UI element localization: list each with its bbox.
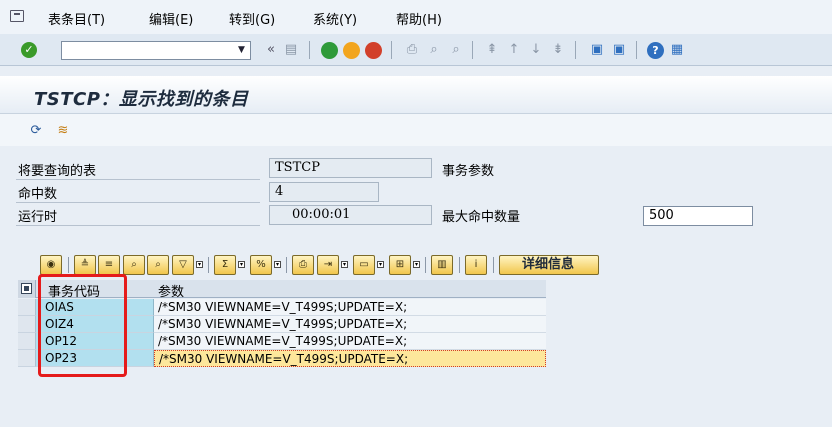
ok-icon[interactable]: ✓ (21, 42, 37, 58)
alv-separator (68, 257, 69, 273)
view-icon[interactable]: ▭ (353, 255, 375, 275)
toolbar-separator (575, 41, 577, 59)
page-title: TSTCP：显示找到的条目 (34, 89, 249, 110)
title-bar: TSTCP：显示找到的条目 (0, 76, 832, 114)
find-icon[interactable]: ⌕ (425, 41, 443, 59)
sum-icon[interactable]: Σ (214, 255, 236, 275)
toolbar-separator (636, 41, 638, 59)
standard-toolbar: ✓ ▼ « ▤ ⎙ ⌕ ⌕ ⇞ ↑ ↓ ⇟ ▣ ▣ ? ▦ (0, 34, 832, 66)
table-description: 事务参数 (442, 164, 495, 179)
export-icon[interactable]: ⇥ (317, 255, 339, 275)
detail-info-label: 详细信息 (522, 257, 575, 272)
chevron-down-icon[interactable]: ▾ (196, 261, 203, 268)
toolbar-separator (472, 41, 474, 59)
menu-system[interactable]: 系统(Y) (313, 9, 357, 28)
refresh-icon[interactable]: ⟳ (27, 123, 45, 139)
print-icon[interactable]: ⎙ (403, 41, 421, 59)
subtotal-icon[interactable]: % (250, 255, 272, 275)
divider (16, 202, 260, 203)
menu-goto[interactable]: 转到(G) (229, 9, 275, 28)
details-icon[interactable]: ◉ (40, 255, 62, 275)
alv-separator (286, 257, 287, 273)
max-hits-input[interactable]: 500 (643, 206, 753, 226)
layout-icon[interactable]: ⊞ (389, 255, 411, 275)
selection-info: 将要查询的表 TSTCP 事务参数 命中数 4 运行时 00:00:01 最大命… (0, 154, 832, 234)
row-selector[interactable] (18, 333, 36, 350)
prev-page-icon[interactable]: ↑ (505, 41, 523, 59)
column-header-parameter[interactable]: 参数 (158, 281, 184, 300)
toolbar-separator (309, 41, 311, 59)
chevron-down-icon[interactable]: ▾ (341, 261, 348, 268)
print-preview-icon[interactable]: ⎙ (292, 255, 314, 275)
parameter-cell[interactable]: /*SM30 VIEWNAME=V_T499S;UPDATE=X; (154, 316, 546, 333)
help-icon[interactable]: ? (647, 42, 664, 59)
hits-field: 4 (269, 182, 379, 202)
application-toolbar: ⟳ ≋ (0, 114, 832, 146)
history-back-icon[interactable]: « (262, 41, 280, 59)
menu-help[interactable]: 帮助(H) (396, 9, 442, 28)
chevron-down-icon[interactable]: ▾ (377, 261, 384, 268)
chevron-down-icon[interactable]: ▼ (233, 42, 250, 59)
alv-separator (208, 257, 209, 273)
next-page-icon[interactable]: ↓ (527, 41, 545, 59)
find-icon[interactable]: ⌕ (123, 255, 145, 275)
sort-ascending-icon[interactable]: ≜ (74, 255, 96, 275)
menu-bar: 表条目(T) 编辑(E) 转到(G) 系统(Y) 帮助(H) (0, 0, 832, 34)
divider (16, 179, 260, 180)
chevron-down-icon[interactable]: ▾ (413, 261, 420, 268)
menu-edit[interactable]: 编辑(E) (149, 9, 193, 28)
toolbar-separator (391, 41, 393, 59)
menu-table-entry[interactable]: 表条目(T) (48, 9, 105, 28)
settings-icon[interactable]: ≋ (54, 123, 72, 139)
parameter-cell-focused[interactable]: /*SM30 VIEWNAME=V_T499S;UPDATE=X; (154, 350, 546, 367)
find-next-icon[interactable]: ⌕ (147, 255, 169, 275)
chevron-down-icon[interactable]: ▾ (238, 261, 245, 268)
table-field: TSTCP (269, 158, 432, 178)
max-hits-label: 最大命中数量 (442, 210, 521, 225)
shortcut-icon[interactable]: ▣ (610, 41, 628, 59)
command-field[interactable]: ▼ (61, 41, 251, 60)
select-all-icon (21, 283, 32, 294)
detail-info-button[interactable]: 详细信息 (499, 255, 599, 275)
row-selector[interactable] (18, 299, 36, 316)
runtime-field: 00:00:01 (269, 205, 432, 225)
select-all-button[interactable] (18, 280, 36, 298)
parameter-cell[interactable]: /*SM30 VIEWNAME=V_T499S;UPDATE=X; (154, 333, 546, 350)
save-icon[interactable]: ▤ (282, 41, 300, 59)
row-selector[interactable] (18, 316, 36, 333)
cancel-icon[interactable] (365, 42, 382, 59)
new-session-icon[interactable]: ▣ (588, 41, 606, 59)
table-label: 将要查询的表 (18, 164, 97, 179)
divider (16, 225, 260, 226)
highlight-annotation (38, 274, 127, 377)
filter-icon[interactable]: ▽ (172, 255, 194, 275)
alv-separator (459, 257, 460, 273)
row-selector[interactable] (18, 350, 36, 367)
hits-label: 命中数 (18, 187, 58, 202)
info-icon[interactable]: i (465, 255, 487, 275)
window-menu-icon[interactable] (10, 10, 24, 22)
parameter-cell[interactable]: /*SM30 VIEWNAME=V_T499S;UPDATE=X; (154, 299, 546, 316)
alv-separator (493, 257, 494, 273)
chevron-down-icon[interactable]: ▾ (274, 261, 281, 268)
exit-icon[interactable] (343, 42, 360, 59)
runtime-label: 运行时 (18, 210, 58, 225)
sort-descending-icon[interactable]: ≡ (98, 255, 120, 275)
find-next-icon[interactable]: ⌕ (447, 41, 465, 59)
layout-icon[interactable]: ▦ (668, 41, 686, 59)
graphic-icon[interactable]: ▥ (431, 255, 453, 275)
back-icon[interactable] (321, 42, 338, 59)
alv-separator (425, 257, 426, 273)
first-page-icon[interactable]: ⇞ (483, 41, 501, 59)
last-page-icon[interactable]: ⇟ (549, 41, 567, 59)
alv-toolbar: ◉ ≜ ≡ ⌕ ⌕ ▽ ▾ Σ ▾ % ▾ ⎙ ⇥ ▾ ▭ ▾ ⊞ ▾ ▥ i … (40, 255, 740, 277)
